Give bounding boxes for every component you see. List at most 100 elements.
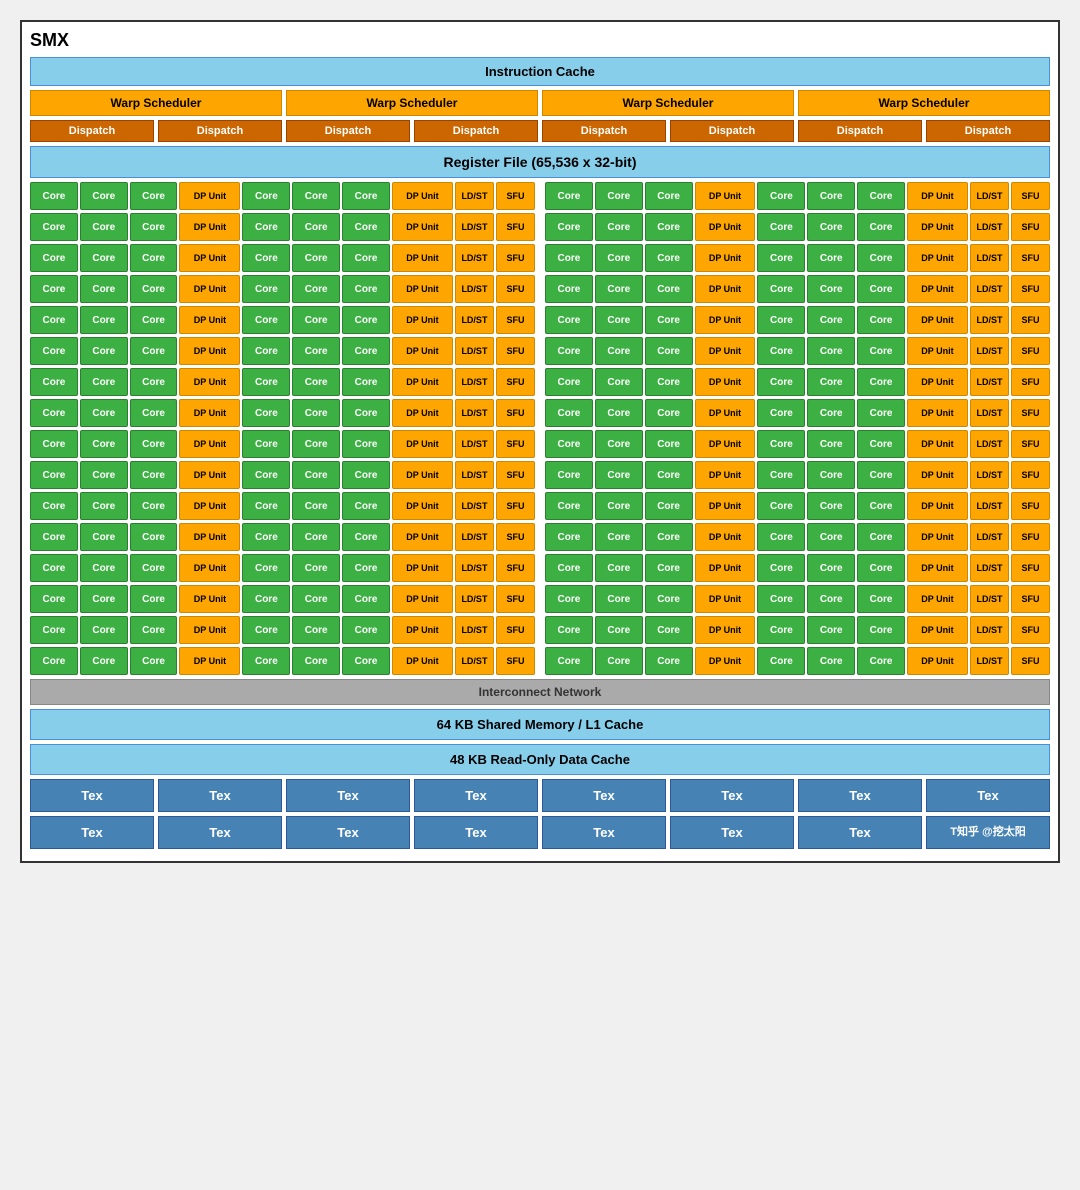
core: Core: [30, 585, 78, 613]
sfu: SFU: [1011, 368, 1050, 396]
core: Core: [545, 306, 593, 334]
core: Core: [595, 647, 643, 675]
core: Core: [30, 461, 78, 489]
core: Core: [80, 213, 128, 241]
core: Core: [292, 523, 340, 551]
sfu: SFU: [1011, 492, 1050, 520]
sfu: SFU: [1011, 275, 1050, 303]
sfu: SFU: [1011, 213, 1050, 241]
ldst: LD/ST: [970, 585, 1009, 613]
dp-unit: DP Unit: [392, 399, 453, 427]
ldst: LD/ST: [970, 275, 1009, 303]
core: Core: [645, 213, 693, 241]
tex-4: Tex: [414, 779, 538, 812]
dispatch-3: Dispatch: [286, 120, 410, 142]
dp-unit: DP Unit: [695, 275, 756, 303]
core: Core: [130, 616, 178, 644]
core: Core: [30, 492, 78, 520]
core: Core: [545, 523, 593, 551]
core-row-7: Core Core Core DP Unit Core Core Core DP…: [30, 368, 1050, 396]
core: Core: [757, 213, 805, 241]
core: Core: [30, 523, 78, 551]
watermark: T知乎 @挖太阳: [926, 816, 1050, 849]
core: Core: [242, 554, 290, 582]
dp-unit: DP Unit: [907, 306, 968, 334]
dispatch-4: Dispatch: [414, 120, 538, 142]
core: Core: [545, 275, 593, 303]
core: Core: [30, 275, 78, 303]
ldst: LD/ST: [455, 585, 494, 613]
core: Core: [292, 337, 340, 365]
core: Core: [757, 523, 805, 551]
tex-14: Tex: [670, 816, 794, 849]
ldst: LD/ST: [970, 616, 1009, 644]
core: Core: [857, 492, 905, 520]
dp-unit: DP Unit: [695, 523, 756, 551]
dp-unit: DP Unit: [392, 244, 453, 272]
core: Core: [645, 306, 693, 334]
dp-unit: DP Unit: [179, 492, 240, 520]
dp-unit: DP Unit: [695, 368, 756, 396]
core: Core: [807, 461, 855, 489]
warp-scheduler-row: Warp Scheduler Warp Scheduler Warp Sched…: [30, 90, 1050, 116]
core: Core: [130, 430, 178, 458]
ldst: LD/ST: [455, 244, 494, 272]
ldst: LD/ST: [970, 554, 1009, 582]
core-row-4: Core Core Core DP Unit Core Core Core DP…: [30, 275, 1050, 303]
tex-row-1: Tex Tex Tex Tex Tex Tex Tex Tex: [30, 779, 1050, 812]
core: Core: [30, 182, 78, 210]
tex-11: Tex: [286, 816, 410, 849]
core: Core: [645, 616, 693, 644]
dp-unit: DP Unit: [695, 461, 756, 489]
dp-unit: DP Unit: [392, 368, 453, 396]
core: Core: [595, 461, 643, 489]
core: Core: [807, 492, 855, 520]
ldst: LD/ST: [455, 523, 494, 551]
core-row-15: Core Core Core DP Unit Core Core Core DP…: [30, 616, 1050, 644]
core: Core: [545, 647, 593, 675]
sfu: SFU: [1011, 616, 1050, 644]
tex-8: Tex: [926, 779, 1050, 812]
core: Core: [757, 647, 805, 675]
core: Core: [80, 244, 128, 272]
core-row-8: Core Core Core DP Unit Core Core Core DP…: [30, 399, 1050, 427]
ldst: LD/ST: [970, 244, 1009, 272]
core: Core: [242, 182, 290, 210]
dp-unit: DP Unit: [695, 616, 756, 644]
dp-unit: DP Unit: [695, 399, 756, 427]
ldst: LD/ST: [970, 306, 1009, 334]
sfu: SFU: [1011, 461, 1050, 489]
core: Core: [30, 306, 78, 334]
dp-unit: DP Unit: [695, 337, 756, 365]
core: Core: [645, 275, 693, 303]
dp-unit: DP Unit: [392, 182, 453, 210]
sfu: SFU: [1011, 554, 1050, 582]
dp-unit: DP Unit: [907, 399, 968, 427]
core: Core: [242, 337, 290, 365]
core: Core: [80, 492, 128, 520]
core: Core: [80, 368, 128, 396]
core: Core: [757, 554, 805, 582]
dispatch-8: Dispatch: [926, 120, 1050, 142]
core: Core: [757, 244, 805, 272]
sfu: SFU: [496, 616, 535, 644]
tex-9: Tex: [30, 816, 154, 849]
core: Core: [342, 523, 390, 551]
smx-title: SMX: [30, 30, 1050, 51]
dp-unit: DP Unit: [392, 337, 453, 365]
core: Core: [645, 554, 693, 582]
core: Core: [645, 492, 693, 520]
core: Core: [545, 368, 593, 396]
core: Core: [130, 461, 178, 489]
dispatch-row: Dispatch Dispatch Dispatch Dispatch Disp…: [30, 120, 1050, 142]
core: Core: [645, 430, 693, 458]
dp-unit: DP Unit: [179, 585, 240, 613]
core: Core: [757, 182, 805, 210]
sfu: SFU: [1011, 337, 1050, 365]
tex-10: Tex: [158, 816, 282, 849]
dp-unit: DP Unit: [695, 182, 756, 210]
core: Core: [342, 461, 390, 489]
warp-scheduler-1: Warp Scheduler: [30, 90, 282, 116]
core: Core: [595, 399, 643, 427]
core: Core: [595, 616, 643, 644]
